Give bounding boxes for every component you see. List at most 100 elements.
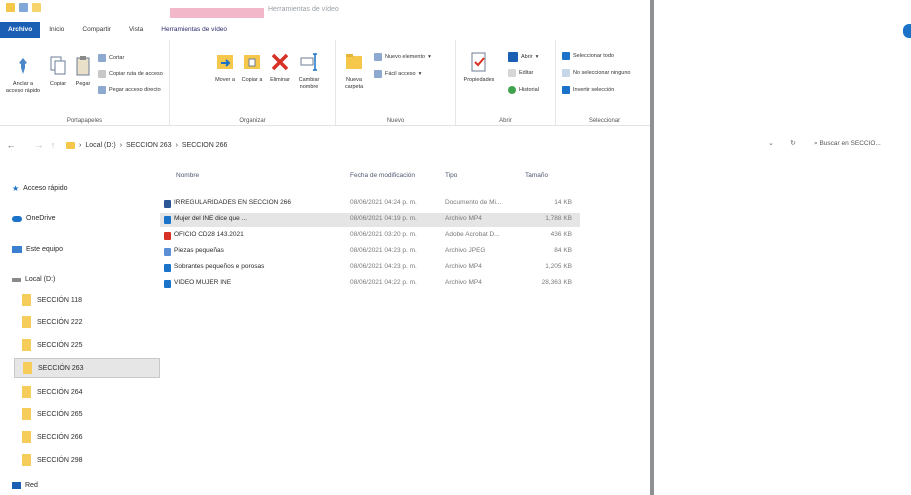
breadcrumb[interactable]: › Local (D:) › SECCION 263 › SECCION 266 [66,141,228,149]
dropdown-arrow-icon: ▾ [418,71,422,77]
copy-icon [48,54,68,78]
sidebar-item-quick-access[interactable]: ★ Acceso rápido [12,184,68,193]
up-arrow-icon[interactable]: ↑ [46,140,60,150]
history-button[interactable]: Historial [508,86,539,94]
column-header-type[interactable]: Tipo [445,172,457,179]
sidebar-item-onedrive[interactable]: OneDrive [12,215,56,222]
organize-group-label: Organizar [239,118,266,124]
new-folder-icon [344,50,364,74]
folder-icon [22,339,31,351]
folder-icon[interactable] [6,3,15,12]
video-file-icon [164,264,171,272]
column-header-name[interactable]: Nombre [176,172,199,179]
select-all-button[interactable]: Seleccionar todo [562,52,614,60]
title-bar: Herramientas de vídeo [0,0,653,20]
column-header-date[interactable]: Fecha de modificación [350,172,415,179]
sidebar-folder[interactable]: SECCIÓN 118 [14,290,160,310]
video-file-icon [164,280,171,288]
copy-path-button[interactable]: Copiar ruta de acceso [98,70,163,78]
open-file-icon [508,52,518,62]
file-row[interactable]: VIDEO MUJER INE 08/06/2021 04:22 p. m. A… [160,277,580,291]
word-doc-icon [164,200,171,208]
help-icon[interactable] [903,24,911,38]
dropdown-arrow-icon[interactable]: ⌄ [768,139,774,147]
easy-access-button[interactable]: Fácil acceso ▾ [374,70,421,78]
move-to-button[interactable]: Mover a [214,50,236,84]
ribbon: Anclar a acceso rápido Copiar Pegar Cort… [0,40,653,126]
pdf-file-icon [164,232,171,240]
video-file-icon [164,216,171,224]
folder-icon [22,431,31,443]
new-item-button[interactable]: Nuevo elemento ▾ [374,53,431,61]
tab-video-tools[interactable]: Herramientas de vídeo [152,22,236,38]
file-row[interactable]: Mujer del INE dice que ... 08/06/2021 04… [160,213,580,227]
sidebar-folder[interactable]: SECCIÓN 266 [14,427,160,447]
rename-button[interactable]: Cambiar nombre [294,50,324,91]
delete-button[interactable]: Eliminar [266,50,294,84]
history-icon [508,86,516,94]
file-row[interactable]: OFICIO CD28 143.2021 08/06/2021 03:20 p.… [160,229,580,243]
scissors-icon [98,54,106,62]
folder-yellow-icon[interactable] [32,3,41,12]
select-group: Seleccionar todo No seleccionar ninguno … [556,40,653,126]
back-arrow-icon[interactable]: ← [4,140,18,150]
copy-folder-icon [242,50,262,74]
select-none-icon [562,69,570,77]
invert-selection-icon [562,86,570,94]
save-icon[interactable] [19,3,28,12]
file-row[interactable]: Piezas pequeñas 08/06/2021 04:23 p. m. A… [160,245,580,259]
sidebar-folder[interactable]: SECCIÓN 264 [14,382,160,402]
properties-button[interactable]: Propiedades [460,50,498,84]
path-icon [98,70,106,78]
folder-icon [22,294,31,306]
search-input[interactable]: ⌕ Buscar en SECCIO... [810,137,911,151]
new-group: Nueva carpeta Nuevo elemento ▾ Fácil acc… [336,40,456,126]
new-folder-button[interactable]: Nueva carpeta [340,50,368,91]
file-row[interactable]: IRREGULARIDADES EN SECCIÓN 266 08/06/202… [160,197,580,211]
breadcrumb-section-266[interactable]: SECCION 266 [182,142,228,149]
column-headers: Nombre Fecha de modificación Tipo Tamaño [0,172,653,186]
sidebar-folder[interactable]: SECCIÓN 222 [14,312,160,332]
folder-icon [22,408,31,420]
copy-to-button[interactable]: Copiar a [240,50,264,84]
sidebar-folder[interactable]: SECCIÓN 225 [14,335,160,355]
drive-icon [12,277,21,282]
folder-icon [66,141,75,149]
select-none-button[interactable]: No seleccionar ninguno [562,69,630,77]
copy-button[interactable]: Copiar [46,54,70,88]
select-group-label: Seleccionar [588,118,621,124]
invert-selection-button[interactable]: Invertir selección [562,86,614,94]
tab-file[interactable]: Archivo [0,22,41,38]
sidebar-folder[interactable]: SECCIÓN 298 [14,450,160,470]
file-row[interactable]: Sobrantes pequeños e porosas 08/06/2021 … [160,261,580,275]
column-header-size[interactable]: Tamaño [525,172,548,179]
select-all-icon [562,52,570,60]
tab-view[interactable]: Vista [120,22,152,38]
breadcrumb-section-263[interactable]: SECCION 263 [126,142,172,149]
easy-access-icon [374,70,382,78]
pin-quick-access-button[interactable]: Anclar a acceso rápido [4,54,42,95]
breadcrumb-local-disk[interactable]: Local (D:) [85,142,115,149]
network-icon [12,482,21,489]
forward-arrow-icon[interactable]: → [32,140,46,150]
new-item-icon [374,53,382,61]
paste-shortcut-button[interactable]: Pegar acceso directo [98,86,161,94]
quick-access-toolbar [6,3,41,12]
sidebar-folder[interactable]: SECCIÓN 265 [14,404,160,424]
refresh-icon[interactable]: ↻ [790,139,796,147]
clipboard-group: Anclar a acceso rápido Copiar Pegar Cort… [0,40,170,126]
paste-button[interactable]: Pegar [72,54,94,88]
folder-icon [22,386,31,398]
tab-share[interactable]: Compartir [73,22,120,38]
edit-button[interactable]: Editar [508,69,533,77]
cut-button[interactable]: Cortar [98,54,124,62]
organize-group: Mover a Copiar a Eliminar Cambiar nombre [170,40,336,126]
folder-icon [22,316,31,328]
tab-home[interactable]: Inicio [40,22,73,38]
sidebar-item-this-pc[interactable]: Este equipo [12,246,63,253]
sidebar-item-local-disk[interactable]: Local (D:) [12,276,55,283]
file-explorer-window: Herramientas de vídeo Archivo Inicio Com… [0,0,653,495]
sidebar-folder-selected[interactable]: SECCIÓN 263 [14,358,160,378]
open-button[interactable]: Abrir ▾ [508,52,538,62]
sidebar-item-network[interactable]: Red [12,482,38,489]
